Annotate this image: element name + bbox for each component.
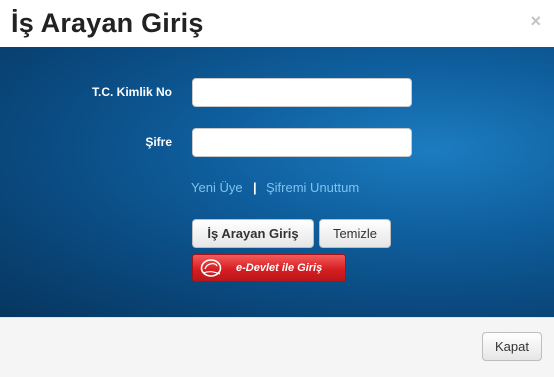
clear-button[interactable]: Temizle: [319, 219, 391, 248]
edevlet-label: e-Devlet ile Giriş: [236, 262, 323, 274]
dialog-title: İş Arayan Giriş: [11, 8, 204, 38]
edevlet-login-button[interactable]: e-Devlet ile Giriş: [192, 254, 346, 282]
dialog-body: T.C. Kimlik No Şifre Yeni Üye | Şifremi …: [0, 47, 554, 317]
edevlet-logo-icon: [200, 259, 222, 277]
password-label: Şifre: [145, 135, 172, 149]
new-member-link[interactable]: Yeni Üye: [191, 180, 243, 196]
link-separator: |: [253, 180, 257, 195]
tc-kimlik-input[interactable]: [192, 78, 412, 107]
dialog-footer: Kapat: [0, 317, 554, 377]
tc-kimlik-label: T.C. Kimlik No: [91, 85, 172, 99]
password-input[interactable]: [192, 128, 412, 157]
close-button[interactable]: Kapat: [482, 332, 542, 361]
login-dialog: İş Arayan Giriş × T.C. Kimlik No Şifre Y…: [0, 0, 554, 377]
login-button[interactable]: İş Arayan Giriş: [192, 219, 314, 248]
dialog-header: İş Arayan Giriş ×: [0, 0, 554, 47]
forgot-password-link[interactable]: Şifremi Unuttum: [266, 180, 359, 196]
close-icon[interactable]: ×: [530, 11, 541, 31]
